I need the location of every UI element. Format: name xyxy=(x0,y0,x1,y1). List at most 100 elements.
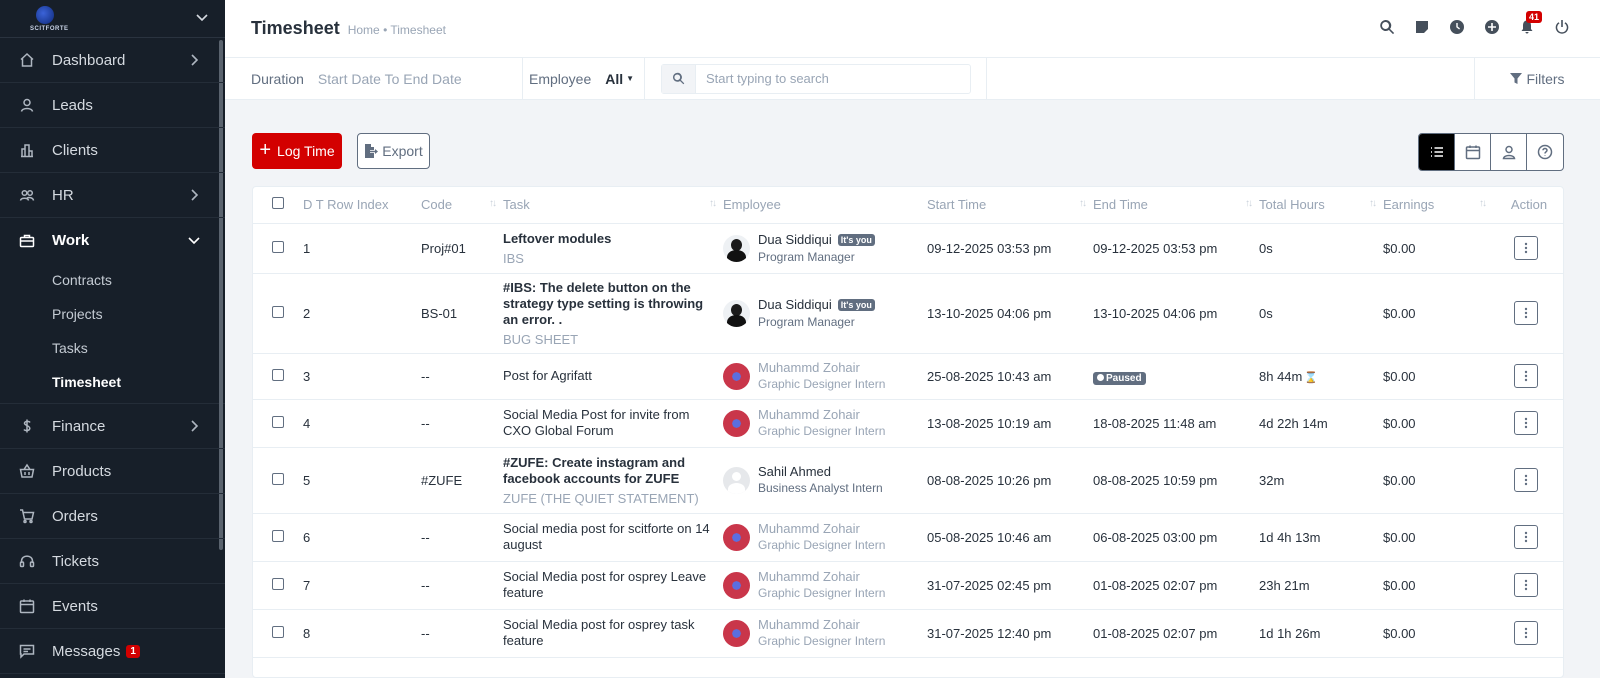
duration-range-input[interactable]: Start Date To End Date xyxy=(318,71,462,87)
table-row[interactable]: 8 -- Social Media post for osprey task fea… xyxy=(253,609,1563,658)
sidebar-item-work[interactable]: Work xyxy=(0,218,225,263)
bell-icon[interactable]: 41 xyxy=(1518,11,1543,35)
column-header[interactable]: Task ↑↓ xyxy=(503,187,723,224)
earnings: $0.00 xyxy=(1383,399,1493,448)
row-action-menu-button[interactable] xyxy=(1514,525,1538,549)
column-header[interactable]: End Time ↑↓ xyxy=(1093,187,1259,224)
export-button[interactable]: Export xyxy=(357,133,430,169)
sidebar-item-products[interactable]: Products xyxy=(0,449,225,494)
table-row[interactable]: 1 Proj#01 Leftover modules IBS Dua Siddiqui I… xyxy=(253,223,1563,274)
column-label: Start Time xyxy=(927,197,987,213)
column-header[interactable]: Employee xyxy=(723,187,927,224)
sidebar-subitem-projects[interactable]: Projects xyxy=(0,297,225,331)
select-all-cell xyxy=(253,187,303,224)
row-checkbox[interactable] xyxy=(272,368,284,381)
row-action-menu-button[interactable] xyxy=(1514,468,1538,492)
task-link[interactable]: Social Media Post for invite from CXO Gl… xyxy=(503,407,717,439)
clock-icon[interactable] xyxy=(1448,18,1465,35)
task-link[interactable]: Social Media post for osprey task featur… xyxy=(503,617,717,649)
help-button[interactable] xyxy=(1527,134,1563,170)
sidebar-item-orders[interactable]: Orders xyxy=(0,494,225,539)
task-link[interactable]: #ZUFE: Create instagram and facebook acc… xyxy=(503,455,717,487)
row-action-menu-button[interactable] xyxy=(1514,301,1538,325)
task-project[interactable]: ZUFE (THE QUIET STATEMENT) xyxy=(503,491,717,506)
avatar[interactable] xyxy=(723,619,750,647)
task-project[interactable]: BUG SHEET xyxy=(503,332,717,347)
employee-name[interactable]: Muhammd Zohair xyxy=(758,521,860,536)
filters-button[interactable]: Filters xyxy=(1474,58,1600,99)
list-view-button[interactable] xyxy=(1419,134,1455,170)
row-checkbox[interactable] xyxy=(272,472,284,485)
task-link[interactable]: #IBS: The delete button on the strategy … xyxy=(503,280,717,328)
search-input[interactable] xyxy=(696,71,966,86)
row-checkbox[interactable] xyxy=(272,529,284,542)
row-action-menu-button[interactable] xyxy=(1514,621,1538,645)
sidebar-item-events[interactable]: Events xyxy=(0,584,225,629)
funnel-icon xyxy=(1510,72,1523,84)
chevron-down-icon[interactable] xyxy=(195,10,209,27)
table-row[interactable]: 7 -- Social Media post for osprey Leave fe… xyxy=(253,561,1563,610)
row-action-menu-button[interactable] xyxy=(1514,411,1538,435)
search-icon[interactable] xyxy=(1378,18,1395,35)
table-row[interactable]: 5 #ZUFE #ZUFE: Create instagram and facebo… xyxy=(253,447,1563,514)
row-action-menu-button[interactable] xyxy=(1514,573,1538,597)
employee-select[interactable]: All xyxy=(605,71,623,87)
employee-filter[interactable]: Employee All ▼ xyxy=(523,58,645,99)
sidebar-item-finance[interactable]: Finance xyxy=(0,404,225,449)
sidebar-subitem-tasks[interactable]: Tasks xyxy=(0,331,225,365)
row-action-menu-button[interactable] xyxy=(1514,236,1538,260)
employee-name[interactable]: Dua Siddiqui xyxy=(758,232,832,247)
row-action-menu-button[interactable] xyxy=(1514,364,1538,388)
sidebar-item-hr[interactable]: HR xyxy=(0,173,225,218)
row-checkbox[interactable] xyxy=(272,305,284,318)
calendar-view-button[interactable] xyxy=(1455,134,1491,170)
employee-name[interactable]: Muhammd Zohair xyxy=(758,407,860,422)
sidebar-item-messages[interactable]: Messages 1 xyxy=(0,629,225,674)
sidebar-item-tickets[interactable]: Tickets xyxy=(0,539,225,584)
column-header[interactable]: D T Row Index xyxy=(303,187,421,224)
employee-name[interactable]: Muhammd Zohair xyxy=(758,617,860,632)
avatar[interactable] xyxy=(723,466,750,494)
avatar[interactable] xyxy=(723,234,750,262)
duration-filter[interactable]: Duration Start Date To End Date xyxy=(225,58,523,99)
sidebar-item-leads[interactable]: Leads xyxy=(0,83,225,128)
table-row[interactable]: 4 -- Social Media Post for invite from CXO… xyxy=(253,399,1563,448)
sticky-note-icon[interactable] xyxy=(1413,18,1430,35)
row-checkbox[interactable] xyxy=(272,625,284,638)
employee-name[interactable]: Dua Siddiqui xyxy=(758,297,832,312)
employee-name[interactable]: Muhammd Zohair xyxy=(758,569,860,584)
power-icon[interactable] xyxy=(1553,18,1570,35)
avatar[interactable] xyxy=(723,523,750,551)
employee-view-button[interactable] xyxy=(1491,134,1527,170)
table-row[interactable]: 6 -- Social media post for scitforte on 14… xyxy=(253,513,1563,562)
table-row[interactable]: 3 -- Post for Agrifatt Muhammd Zohair Graphi… xyxy=(253,353,1563,400)
sidebar-subitem-timesheet[interactable]: Timesheet xyxy=(0,365,225,399)
column-header[interactable]: Start Time ↑↓ xyxy=(927,187,1093,224)
column-header[interactable]: Total Hours ↑↓ xyxy=(1259,187,1383,224)
company-logo[interactable]: SCITFORTE xyxy=(30,5,68,32)
row-checkbox[interactable] xyxy=(272,577,284,590)
log-time-button[interactable]: + Log Time xyxy=(252,133,342,169)
task-link[interactable]: Leftover modules xyxy=(503,231,717,247)
task-link[interactable]: Post for Agrifatt xyxy=(503,368,717,384)
select-all-checkbox[interactable] xyxy=(272,197,284,210)
sidebar-item-dashboard[interactable]: Dashboard xyxy=(0,38,225,83)
task-link[interactable]: Social Media post for osprey Leave featu… xyxy=(503,569,717,601)
breadcrumb[interactable]: Home • Timesheet xyxy=(348,23,446,37)
sidebar-item-clients[interactable]: Clients xyxy=(0,128,225,173)
task-link[interactable]: Social media post for scitforte on 14 au… xyxy=(503,521,717,553)
avatar[interactable] xyxy=(723,299,750,327)
plus-circle-icon[interactable] xyxy=(1483,18,1500,35)
table-row[interactable]: 2 BS-01 #IBS: The delete button on the str… xyxy=(253,273,1563,354)
task-project[interactable]: IBS xyxy=(503,251,717,266)
avatar[interactable] xyxy=(723,409,750,437)
avatar[interactable] xyxy=(723,362,750,390)
sidebar-subitem-contracts[interactable]: Contracts xyxy=(0,263,225,297)
row-checkbox[interactable] xyxy=(272,415,284,428)
column-header[interactable]: Code ↑↓ xyxy=(421,187,503,224)
employee-name[interactable]: Muhammd Zohair xyxy=(758,360,860,375)
avatar[interactable] xyxy=(723,571,750,599)
employee-name[interactable]: Sahil Ahmed xyxy=(758,464,831,479)
column-header[interactable]: Earnings ↑↓ xyxy=(1383,187,1493,224)
row-checkbox[interactable] xyxy=(272,240,284,253)
